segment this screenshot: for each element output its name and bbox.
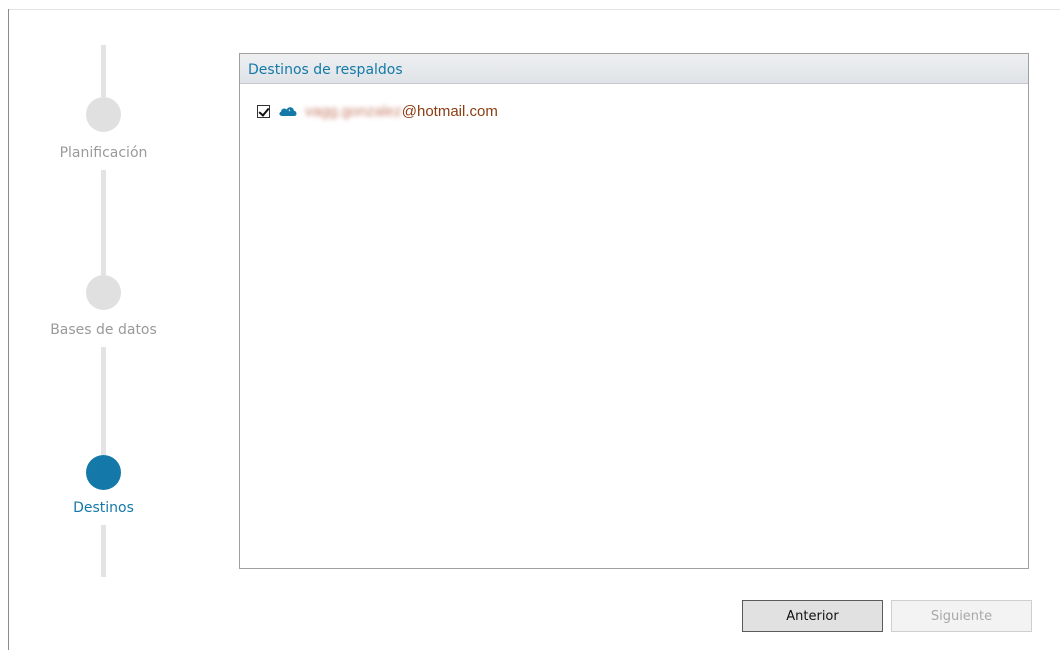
next-button[interactable]: Siguiente [891, 600, 1032, 632]
step-label-destinos[interactable]: Destinos [0, 500, 207, 516]
step-label-bases-de-datos[interactable]: Bases de datos [0, 322, 207, 338]
step-label-planificacion[interactable]: Planificación [0, 145, 207, 161]
stepper-track [101, 45, 106, 97]
destination-checkbox[interactable] [257, 104, 270, 118]
step-dot-bases-de-datos[interactable] [86, 275, 121, 310]
account-domain: @hotmail.com [401, 102, 498, 120]
previous-button[interactable]: Anterior [742, 600, 883, 632]
destination-item[interactable]: vagg.gonzalez @hotmail.com [257, 102, 498, 120]
wizard-stepper: Planificación Bases de datos Destinos [0, 0, 210, 650]
step-dot-destinos[interactable] [86, 455, 121, 490]
account-name-redacted: vagg.gonzalez [305, 102, 402, 120]
stepper-track [101, 170, 106, 275]
panel-title: Destinos de respaldos [240, 54, 1028, 84]
step-dot-planificacion[interactable] [86, 97, 121, 132]
stepper-track [101, 347, 106, 455]
onedrive-cloud-icon [279, 107, 297, 116]
stepper-track [101, 525, 106, 577]
backup-destinations-panel: Destinos de respaldos vagg.gonzalez @hot… [239, 53, 1029, 569]
